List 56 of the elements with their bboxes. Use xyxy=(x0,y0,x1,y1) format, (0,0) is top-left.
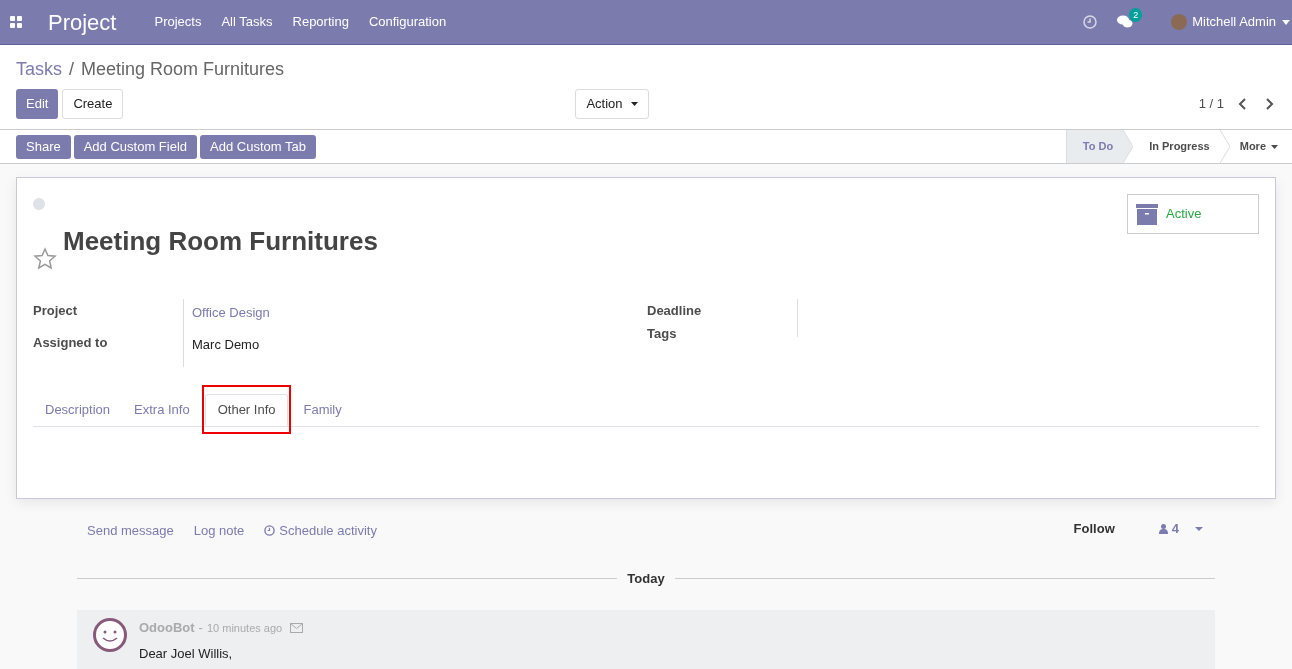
clock-icon xyxy=(264,525,276,537)
header-button[interactable]: Add Custom Field xyxy=(73,134,198,159)
action-dropdown[interactable]: Action xyxy=(575,89,649,119)
field-label: Assigned to xyxy=(33,333,109,352)
create-button[interactable]: Create xyxy=(62,89,124,119)
pager-counter: 1 / 1 xyxy=(1198,95,1224,114)
menu-item[interactable]: All Tasks xyxy=(221,12,273,32)
tab[interactable]: Extra Info xyxy=(122,394,202,426)
tab[interactable]: Description xyxy=(33,394,123,426)
user-menu[interactable]: Mitchell Admin xyxy=(1192,12,1276,32)
tab[interactable]: Other Info xyxy=(204,394,289,426)
chevron-right-icon[interactable] xyxy=(1264,98,1274,110)
more-stages-dropdown[interactable]: More xyxy=(1229,130,1292,163)
menu-item[interactable]: Projects xyxy=(154,12,202,32)
record-title: Meeting Room Furnitures xyxy=(63,225,378,258)
caret-icon xyxy=(1195,526,1203,531)
schedule-activity-link[interactable]: Schedule activity xyxy=(264,521,377,541)
field-label: Project xyxy=(33,302,79,320)
breadcrumb-separator: / xyxy=(69,57,75,81)
field-label: Deadline xyxy=(647,302,703,320)
followers-dropdown[interactable]: 4 xyxy=(1158,519,1203,539)
menu-item[interactable]: Reporting xyxy=(292,12,349,32)
message-body: Dear Joel Willis, xyxy=(139,644,234,663)
edit-button[interactable]: Edit xyxy=(16,89,59,119)
chat-icon[interactable] xyxy=(1117,15,1134,29)
apps-grid-icon[interactable] xyxy=(10,16,22,28)
field-link[interactable]: Office Design xyxy=(192,303,270,323)
archive-box-icon xyxy=(1136,203,1158,225)
field-value: Marc Demo xyxy=(192,335,261,354)
log-note-link[interactable]: Log note xyxy=(193,521,245,541)
field-label: Tags xyxy=(647,324,678,343)
menu-item[interactable]: Configuration xyxy=(368,12,447,32)
app-title: Project xyxy=(48,8,117,37)
caret-icon xyxy=(1282,19,1290,25)
author-separator: - xyxy=(198,619,203,638)
tab[interactable]: Family xyxy=(291,394,354,426)
star-icon[interactable] xyxy=(33,247,57,271)
caret-icon xyxy=(1271,144,1278,149)
message-count-badge: 2 xyxy=(1129,8,1143,22)
user-avatar xyxy=(1171,14,1188,30)
breadcrumb-link[interactable]: Tasks xyxy=(16,55,62,83)
breadcrumb-current: Meeting Room Furnitures xyxy=(81,57,285,81)
clock-icon[interactable] xyxy=(1083,15,1098,29)
chevron-left-icon[interactable] xyxy=(1238,98,1248,110)
envelope-icon xyxy=(290,622,304,633)
follow-button[interactable]: Follow xyxy=(1073,519,1115,539)
header-button[interactable]: Add Custom Tab xyxy=(200,134,316,159)
header-button[interactable]: Share xyxy=(16,134,71,159)
day-separator: Today xyxy=(627,569,665,588)
message-time: 10 minutes ago xyxy=(206,620,283,636)
message-author: OdooBot xyxy=(139,619,195,638)
smiley-avatar-icon xyxy=(93,618,127,653)
person-icon xyxy=(1158,523,1168,534)
send-message-link[interactable]: Send message xyxy=(87,521,174,541)
caret-icon xyxy=(630,102,638,106)
active-toggle-button[interactable]: Active xyxy=(1127,194,1259,234)
